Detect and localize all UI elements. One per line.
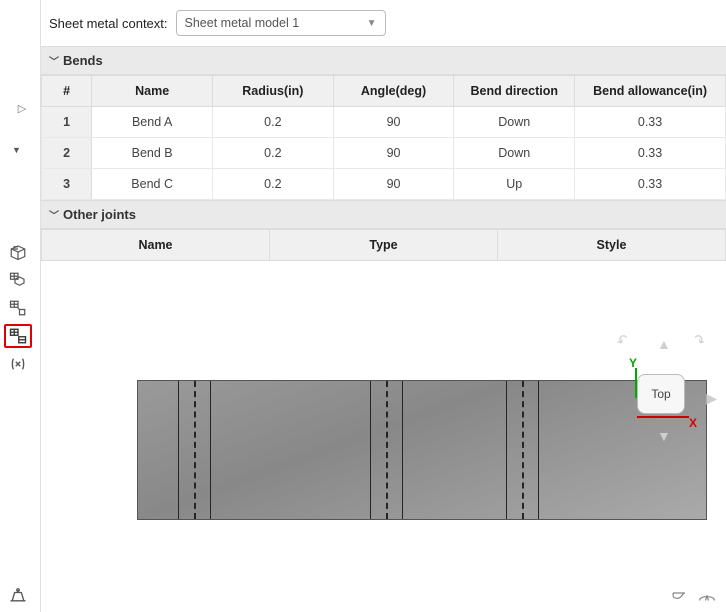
bend-edge [210,381,211,519]
axis-x-label: X [689,416,697,430]
left-tool-rail: ▷ ▼ [0,0,40,612]
bend-edge [538,381,539,519]
cell-allowance: 0.33 [575,107,726,138]
cell-angle: 90 [333,138,454,169]
col-radius[interactable]: Radius(in) [212,76,333,107]
joints-header-row: Name Type Style [42,230,726,261]
cell-num: 1 [42,107,92,138]
joints-section-header[interactable]: ﹀ Other joints [41,200,726,229]
view-cube-face-label: Top [651,387,670,401]
units-icon[interactable] [670,589,688,606]
cell-num: 2 [42,138,92,169]
panel-collapse-caret[interactable]: ▼ [12,145,21,155]
bends-table: # Name Radius(in) Angle(deg) Bend direct… [41,75,726,200]
view-cube[interactable]: ↶ ↷ ▲ ▼ ▶ Y Top X [611,330,711,450]
col-allowance[interactable]: Bend allowance(in) [575,76,726,107]
chevron-down-icon: ▼ [367,18,377,29]
cell-direction: Down [454,107,575,138]
col-joint-name[interactable]: Name [42,230,270,261]
variables-icon[interactable] [4,352,32,376]
context-label: Sheet metal context: [49,16,168,31]
config-table-icon[interactable] [4,268,32,292]
joints-table: Name Type Style [41,229,726,261]
joints-title: Other joints [63,207,136,222]
cell-radius: 0.2 [212,169,333,200]
cell-direction: Up [454,169,575,200]
rotate-cw-icon[interactable]: ↷ [690,330,709,351]
col-joint-type[interactable]: Type [270,230,498,261]
precision-icon[interactable] [698,589,716,606]
bend-edge [506,381,507,519]
cell-radius: 0.2 [212,107,333,138]
dropdown-selected-value: Sheet metal model 1 [185,16,300,30]
viewport-status-icons [670,589,716,606]
cell-direction: Down [454,138,575,169]
bend-centerline [522,381,524,519]
chevron-down-icon: ﹀ [49,53,59,68]
col-direction[interactable]: Bend direction [454,76,575,107]
cell-radius: 0.2 [212,138,333,169]
parts-list-icon[interactable] [4,240,32,264]
cell-angle: 90 [333,107,454,138]
bend-edge [402,381,403,519]
orbit-right-icon[interactable]: ▶ [706,390,717,407]
cell-name: Bend B [92,138,213,169]
bend-centerline [386,381,388,519]
main-panel: Sheet metal context: Sheet metal model 1… [40,0,726,612]
orbit-down-icon[interactable]: ▼ [657,428,671,444]
col-name[interactable]: Name [92,76,213,107]
bends-section-header[interactable]: ﹀ Bends [41,46,726,75]
graphics-viewport[interactable]: ↶ ↷ ▲ ▼ ▶ Y Top X [87,310,726,612]
table-row[interactable]: 2 Bend B 0.2 90 Down 0.33 [42,138,726,169]
mass-props-icon[interactable] [8,587,28,606]
bend-centerline [194,381,196,519]
axis-x-line [637,416,689,418]
cell-name: Bend A [92,107,213,138]
cell-num: 3 [42,169,92,200]
col-num[interactable]: # [42,76,92,107]
col-angle[interactable]: Angle(deg) [333,76,454,107]
orbit-up-icon[interactable]: ▲ [657,336,671,352]
context-row: Sheet metal context: Sheet metal model 1… [41,0,726,46]
chevron-down-icon: ﹀ [49,207,59,222]
bends-title: Bends [63,53,103,68]
cell-angle: 90 [333,169,454,200]
view-cube-face[interactable]: Top [637,374,685,414]
bend-edge [370,381,371,519]
cell-allowance: 0.33 [575,138,726,169]
cell-name: Bend C [92,169,213,200]
table-row[interactable]: 1 Bend A 0.2 90 Down 0.33 [42,107,726,138]
panel-expand-toggle[interactable]: ▷ [14,100,30,116]
sheet-metal-table-icon[interactable] [4,324,32,348]
table-row[interactable]: 3 Bend C 0.2 90 Up 0.33 [42,169,726,200]
cell-allowance: 0.33 [575,169,726,200]
sheet-metal-context-dropdown[interactable]: Sheet metal model 1 ▼ [176,10,386,36]
flat-view-icon[interactable] [4,296,32,320]
col-joint-style[interactable]: Style [498,230,726,261]
rotate-ccw-icon[interactable]: ↶ [614,330,633,351]
bends-header-row: # Name Radius(in) Angle(deg) Bend direct… [42,76,726,107]
bend-edge [178,381,179,519]
